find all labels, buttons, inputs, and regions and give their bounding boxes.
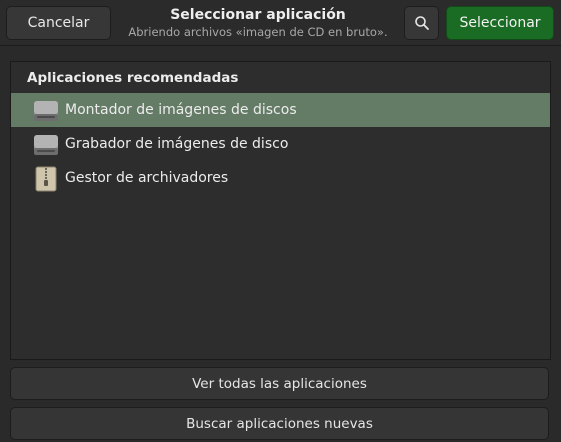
app-label: Gestor de archivadores [65, 170, 229, 186]
app-row-archive-manager[interactable]: Gestor de archivadores [11, 161, 550, 195]
app-label: Grabador de imágenes de disco [65, 136, 289, 152]
dialog-title: Seleccionar aplicación [170, 7, 346, 23]
archive-zip-icon [35, 166, 57, 192]
app-label: Montador de imágenes de discos [65, 102, 297, 118]
dialog-title-area: Seleccionar aplicación Abriendo archivos… [120, 6, 396, 40]
find-new-apps-button[interactable]: Buscar aplicaciones nuevas [10, 407, 549, 440]
header-bar: Cancelar Seleccionar aplicación Abriendo… [0, 0, 561, 46]
cancel-button[interactable]: Cancelar [6, 6, 111, 40]
recommended-apps-panel: Aplicaciones recomendadas Montador de im… [10, 61, 551, 360]
section-heading: Aplicaciones recomendadas [27, 70, 239, 86]
search-button[interactable] [404, 6, 439, 40]
view-all-apps-button[interactable]: Ver todas las aplicaciones [10, 367, 549, 400]
select-button[interactable]: Seleccionar [446, 6, 554, 40]
search-icon [414, 16, 429, 30]
dialog-subtitle: Abriendo archivos «imagen de CD en bruto… [128, 25, 388, 39]
app-row-disk-writer[interactable]: Grabador de imágenes de disco [11, 127, 550, 161]
app-row-disk-mounter[interactable]: Montador de imágenes de discos [11, 93, 550, 127]
disk-drive-icon [34, 101, 58, 121]
disk-drive-icon [34, 135, 58, 155]
